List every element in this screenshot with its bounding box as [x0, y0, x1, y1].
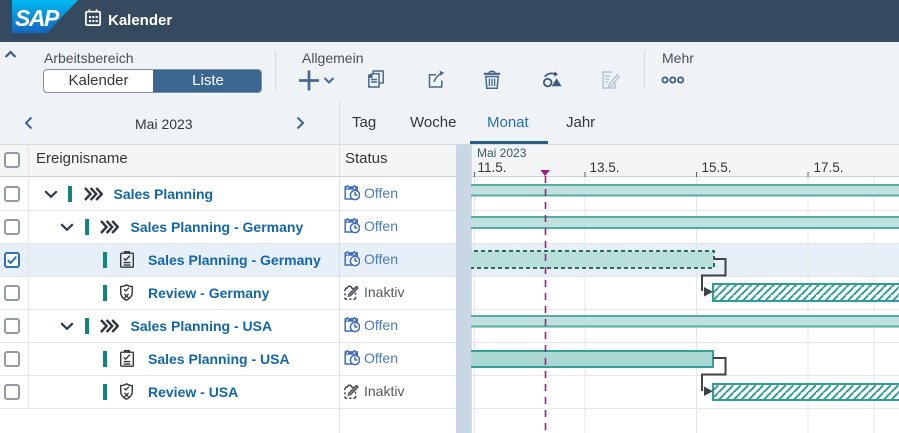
svg-text:SAP: SAP: [15, 5, 60, 31]
